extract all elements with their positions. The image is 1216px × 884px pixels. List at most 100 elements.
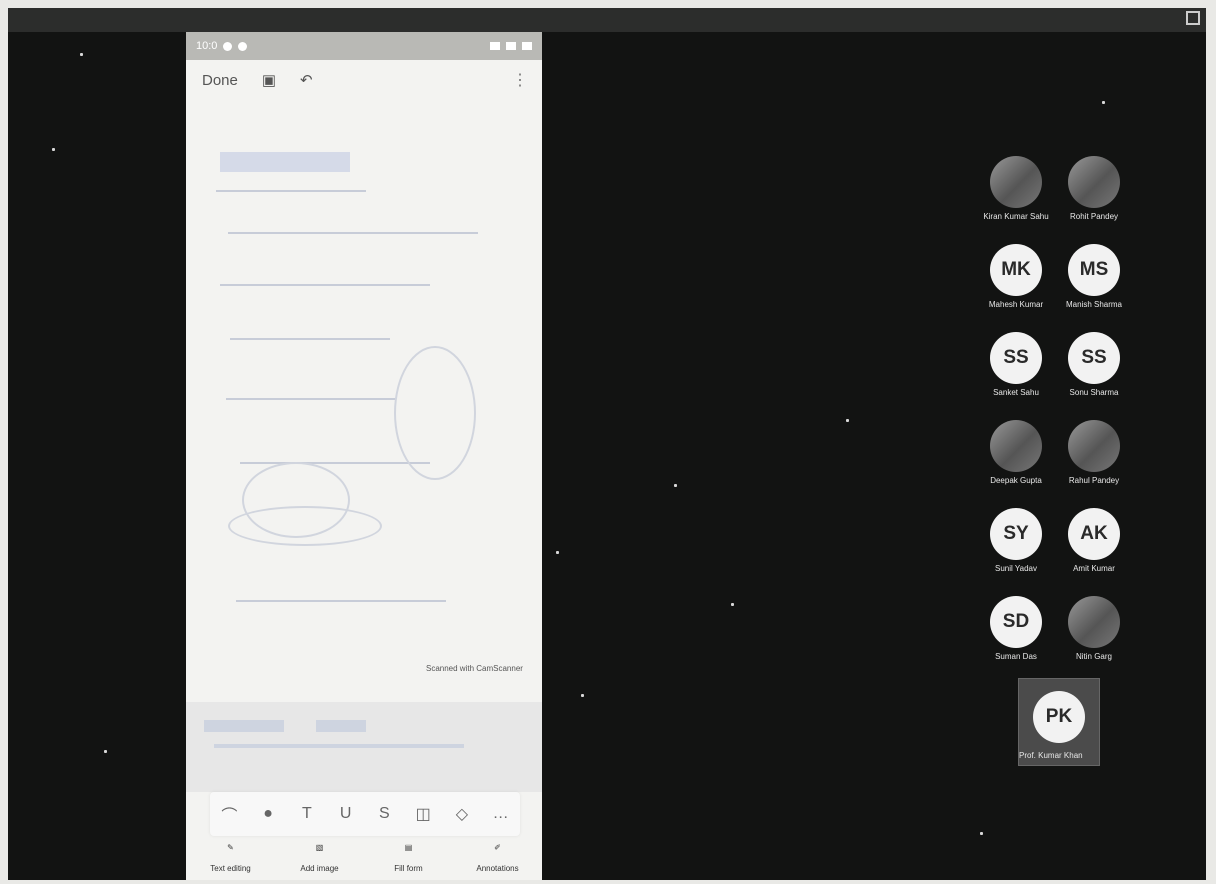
image-icon: ▧ — [315, 842, 324, 852]
participant-tile-6[interactable]: SS Sonu Sharma — [1054, 332, 1134, 410]
participant-avatar: SS — [1068, 332, 1120, 384]
participant-avatar: SY — [990, 508, 1042, 560]
handwriting-line — [228, 232, 478, 234]
fill-form-label: Fill form — [394, 864, 423, 873]
window-corner-icon[interactable] — [1186, 11, 1200, 25]
drawing-toolbar: ⌒ ● T U S ◫ ◇ … — [210, 792, 520, 836]
participant-avatar: MK — [990, 244, 1042, 296]
handwriting-loop — [228, 506, 382, 546]
speck — [731, 603, 734, 606]
handwriting-line — [236, 600, 446, 602]
scan-watermark: Scanned with CamScanner — [426, 664, 523, 673]
eraser-tool-icon[interactable]: ◇ — [450, 802, 474, 826]
phone-mirror[interactable]: 10:0 Done ▣ ↶ ⋮ Scanned with CamScanner … — [186, 32, 542, 880]
document-heading-scribble — [220, 152, 350, 172]
text-tool-icon[interactable]: T — [295, 802, 319, 826]
participant-tile-10[interactable]: AK Amit Kumar — [1054, 508, 1134, 586]
participant-name: Rahul Pandey — [1068, 476, 1120, 485]
participant-tile-7[interactable]: Deepak Gupta — [976, 420, 1056, 498]
speck — [52, 148, 55, 151]
document-page[interactable] — [200, 102, 528, 692]
participant-name: Sunil Yadav — [995, 564, 1037, 573]
text-edit-icon: ✎ — [227, 842, 234, 852]
handwriting-line — [220, 284, 430, 286]
presenter-avatar: PK — [1033, 691, 1085, 743]
handwriting-line — [226, 398, 396, 400]
participant-tile-4[interactable]: MS Manish Sharma — [1054, 244, 1134, 322]
save-icon[interactable]: ▣ — [262, 71, 276, 89]
lower-document-preview — [186, 702, 542, 792]
participant-name: Sonu Sharma — [1069, 388, 1119, 397]
pen-tool-icon[interactable]: ● — [256, 802, 280, 826]
participant-avatar — [990, 156, 1042, 208]
participant-name: Manish Sharma — [1065, 300, 1123, 309]
handwriting-line — [216, 190, 366, 192]
fill-form-button[interactable]: ▤ Fill form — [369, 838, 449, 874]
shape-tool-icon[interactable]: ◫ — [411, 802, 435, 826]
participant-name: Mahesh Kumar — [988, 300, 1044, 309]
handwriting-line — [316, 720, 366, 732]
participant-name: Amit Kumar — [1073, 564, 1115, 573]
add-image-label: Add image — [300, 864, 339, 873]
participant-avatar — [990, 420, 1042, 472]
participant-tile-5[interactable]: SS Sanket Sahu — [976, 332, 1056, 410]
more-tools-icon[interactable]: … — [489, 802, 513, 826]
underline-tool-icon[interactable]: U — [334, 802, 358, 826]
handwriting-line — [204, 720, 284, 732]
participant-avatar: MS — [1068, 244, 1120, 296]
participant-name: Deepak Gupta — [990, 476, 1042, 485]
participant-avatar — [1068, 420, 1120, 472]
more-icon[interactable]: ⋮ — [512, 70, 528, 90]
participant-avatar: SD — [990, 596, 1042, 648]
handwriting-line — [240, 462, 430, 464]
speck — [556, 551, 559, 554]
document-top-bar: Done ▣ ↶ ⋮ — [186, 60, 542, 100]
participant-avatar: AK — [1068, 508, 1120, 560]
speck — [104, 750, 107, 753]
add-image-button[interactable]: ▧ Add image — [280, 838, 360, 874]
window-top-bar — [8, 8, 1206, 32]
speck — [581, 694, 584, 697]
speck — [80, 53, 83, 56]
participant-tile-8[interactable]: Rahul Pandey — [1054, 420, 1134, 498]
participant-name: Suman Das — [995, 652, 1037, 661]
lasso-tool-icon[interactable]: ⌒ — [217, 802, 241, 826]
participant-tile-12[interactable]: Nitin Garg — [1054, 596, 1134, 674]
presenter-name: Prof. Kumar Khan — [1019, 751, 1083, 760]
pen-icon: ✐ — [494, 842, 501, 852]
participant-name: Kiran Kumar Sahu — [983, 212, 1049, 221]
status-time: 10:0 — [196, 40, 218, 52]
participant-name: Nitin Garg — [1075, 652, 1112, 661]
participant-tile-11[interactable]: SD Suman Das — [976, 596, 1056, 674]
battery-icon — [522, 42, 532, 50]
handwriting-line — [214, 744, 464, 748]
notification-icon — [238, 41, 248, 51]
wifi-icon — [490, 42, 500, 50]
done-button[interactable]: Done — [202, 72, 238, 89]
participant-tile-3[interactable]: MK Mahesh Kumar — [976, 244, 1056, 322]
phone-status-bar: 10:0 — [186, 32, 542, 60]
strikethrough-tool-icon[interactable]: S — [372, 802, 396, 826]
participant-tile-1[interactable]: Kiran Kumar Sahu — [976, 156, 1056, 234]
participant-tile-9[interactable]: SY Sunil Yadav — [976, 508, 1056, 586]
speck — [846, 419, 849, 422]
presenter-tile[interactable]: PK Prof. Kumar Khan — [1018, 678, 1100, 766]
signal-icon — [506, 42, 516, 50]
participant-name: Rohit Pandey — [1069, 212, 1119, 221]
participant-avatar — [1068, 596, 1120, 648]
participant-avatar — [1068, 156, 1120, 208]
participant-name: Sanket Sahu — [993, 388, 1039, 397]
document-bottom-actions: ✎ Text editing ▧ Add image ▤ Fill form ✐… — [186, 838, 542, 880]
notification-icon — [223, 41, 233, 51]
annotations-label: Annotations — [476, 864, 519, 873]
participant-avatar: SS — [990, 332, 1042, 384]
undo-icon[interactable]: ↶ — [300, 71, 313, 89]
speck — [980, 832, 983, 835]
handwriting-line — [230, 338, 390, 340]
annotations-button[interactable]: ✐ Annotations — [458, 838, 538, 874]
participant-tile-2[interactable]: Rohit Pandey — [1054, 156, 1134, 234]
speck — [1102, 101, 1105, 104]
speck — [674, 484, 677, 487]
form-icon: ▤ — [404, 842, 413, 852]
text-editing-button[interactable]: ✎ Text editing — [191, 838, 271, 874]
